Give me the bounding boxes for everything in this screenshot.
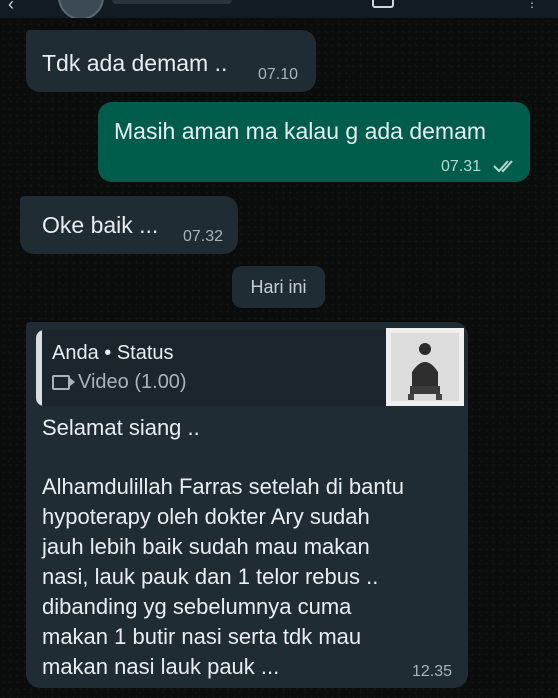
menu-icon[interactable]: ⋮ (526, 0, 538, 10)
video-icon (52, 375, 75, 390)
reply-body: Alhamdulillah Farras setelah di bantu hy… (42, 474, 404, 679)
reply-greeting: Selamat siang .. (42, 415, 200, 440)
message-text: Tdk ada demam .. (42, 50, 228, 76)
contact-name[interactable] (112, 0, 232, 4)
quote-author: Anda • Status (52, 342, 174, 364)
message-time: 12.35 (412, 663, 453, 680)
contact-avatar[interactable] (58, 0, 104, 18)
back-arrow-icon[interactable]: ‹ (8, 0, 14, 15)
outgoing-message[interactable]: Masih aman ma kalau g ada demam 07.31 (98, 102, 530, 182)
incoming-message[interactable]: Tdk ada demam .. 07.10 (26, 30, 316, 92)
quote-media-text: Video (1.00) (78, 371, 187, 393)
incoming-message[interactable]: Oke baik ... 07.32 (20, 196, 238, 254)
message-time: 07.10 (258, 66, 299, 83)
status-thumbnail[interactable] (386, 328, 464, 406)
person-thumbnail-icon (386, 328, 464, 406)
message-text: Oke baik ... (42, 212, 159, 238)
message-text: Masih aman ma kalau g ada demam (114, 118, 487, 144)
message-time: 07.32 (183, 228, 224, 245)
read-ticks-icon (493, 160, 513, 173)
quote-accent-bar (36, 330, 42, 406)
message-time: 07.31 (441, 158, 482, 175)
quote-media-label: Video (1.00) (52, 371, 187, 394)
chat-header: ‹ ⋮ (0, 0, 558, 18)
call-icon[interactable] (372, 0, 394, 8)
date-separator: Hari ini (232, 266, 325, 308)
